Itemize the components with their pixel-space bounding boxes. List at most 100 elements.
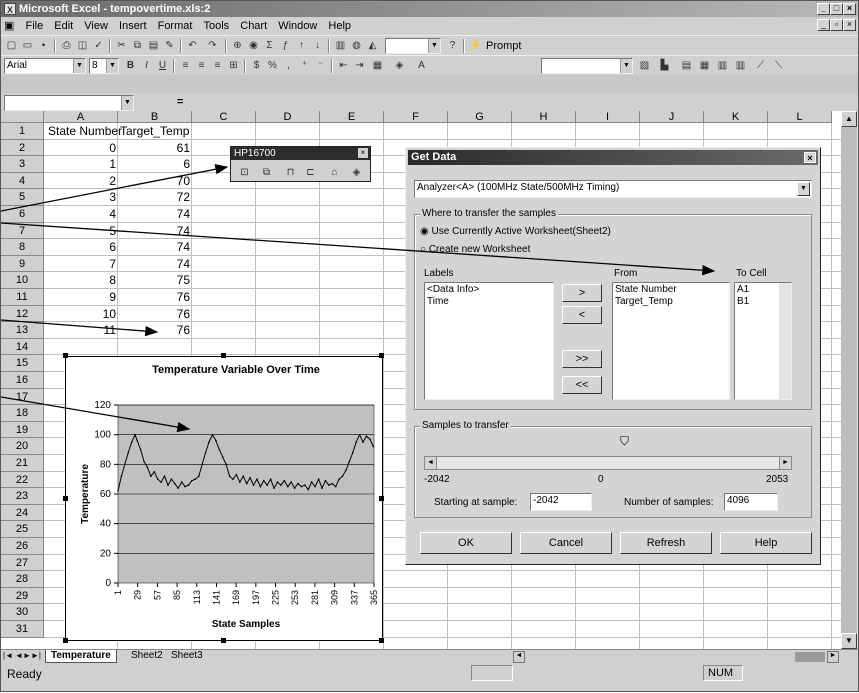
add-all-button[interactable]: >> (562, 350, 602, 368)
cell-a[interactable]: 9 (44, 289, 116, 305)
row-header[interactable]: 19 (1, 421, 44, 439)
by-column-icon[interactable]: ▥ (733, 58, 748, 73)
scroll-up-arrow[interactable]: ▲ (841, 111, 857, 127)
font-color-icon[interactable]: A (414, 58, 429, 73)
new-icon[interactable]: ▢ (4, 38, 19, 53)
cell-a[interactable]: 5 (44, 223, 116, 239)
close-icon[interactable]: × (358, 148, 368, 158)
row-header[interactable]: 29 (1, 587, 44, 605)
align-center-icon[interactable]: ≡ (194, 58, 209, 73)
doc-minimize-button[interactable]: _ (817, 19, 830, 31)
cell-b[interactable]: 76 (118, 322, 190, 338)
tab-sheet2[interactable]: Sheet2 (127, 650, 167, 663)
row-header[interactable]: 11 (1, 289, 44, 306)
list-item[interactable]: Target_Temp (615, 296, 727, 308)
chevron-down-icon[interactable]: ▼ (797, 182, 810, 196)
cell-b[interactable]: 72 (118, 189, 190, 205)
decrease-indent-icon[interactable]: ⇤ (336, 58, 351, 73)
row-header[interactable]: 5 (1, 189, 44, 206)
row-header[interactable]: 26 (1, 538, 44, 555)
row-header[interactable]: 8 (1, 239, 44, 256)
refresh-button[interactable]: Refresh (620, 532, 712, 554)
cell-a[interactable]: 8 (44, 272, 116, 288)
column-header-i[interactable]: I (576, 111, 640, 123)
cell-a[interactable]: 10 (44, 306, 116, 322)
column-header-k[interactable]: K (704, 111, 768, 123)
menu-tools[interactable]: Tools (200, 17, 234, 35)
scroll-left-arrow[interactable]: ◄ (425, 457, 437, 469)
num-samples-input[interactable]: 4096 (724, 493, 778, 511)
cell-b[interactable]: 76 (118, 289, 190, 305)
sort-ascending-icon[interactable]: ↑ (294, 38, 309, 53)
row-header[interactable]: 13 (1, 322, 44, 339)
equals-button[interactable]: = (177, 95, 183, 109)
cell-b[interactable]: 76 (118, 306, 190, 322)
column-header-d[interactable]: D (256, 111, 320, 123)
data-table-icon[interactable]: ▦ (697, 58, 712, 73)
tocell-list[interactable]: A1 B1 (734, 282, 792, 400)
align-right-icon[interactable]: ≡ (210, 58, 225, 73)
help-button[interactable]: Help (720, 532, 812, 554)
resize-handle[interactable] (63, 638, 68, 643)
borders-icon[interactable]: ▦ (370, 58, 385, 73)
spelling-icon[interactable]: ✓ (91, 38, 106, 53)
cell-b[interactable]: 74 (118, 223, 190, 239)
column-header-a[interactable]: A (44, 111, 118, 123)
column-header-b[interactable]: B (118, 111, 192, 123)
radio-new-sheet[interactable]: ○ Create new Worksheet (420, 244, 530, 255)
hscroll-thumb[interactable] (795, 652, 825, 662)
row-header[interactable]: 17 (1, 388, 44, 406)
close-button[interactable]: × (843, 3, 856, 15)
merge-center-icon[interactable]: ⊞ (226, 58, 241, 73)
cell-a[interactable]: 4 (44, 206, 116, 222)
tab-temperature[interactable]: Temperature (45, 650, 117, 663)
align-left-icon[interactable]: ≡ (178, 58, 193, 73)
currency-icon[interactable]: $ (249, 58, 264, 73)
hscroll-right-arrow[interactable]: ► (827, 651, 839, 663)
scroll-right-arrow[interactable]: ► (779, 457, 791, 469)
prompt-icon[interactable]: ⚡ (468, 38, 483, 53)
row-header[interactable]: 28 (1, 571, 44, 588)
menu-insert[interactable]: Insert (115, 17, 151, 35)
chart-wizard-icon[interactable]: ▥ (333, 38, 348, 53)
maximize-button[interactable]: □ (830, 3, 843, 15)
column-header-j[interactable]: J (640, 111, 704, 123)
cell-a[interactable]: 2 (44, 173, 116, 189)
cell-b[interactable]: 6 (118, 156, 190, 172)
sort-descending-icon[interactable]: ↓ (310, 38, 325, 53)
map-icon[interactable]: ◍ (349, 38, 364, 53)
cell-b[interactable]: 75 (118, 272, 190, 288)
remove-button[interactable]: < (562, 306, 602, 324)
cell-b[interactable]: 70 (118, 173, 190, 189)
cell-b[interactable]: 74 (118, 256, 190, 272)
tab-last-arrow[interactable]: ►| (31, 651, 41, 660)
resize-handle[interactable] (379, 496, 384, 501)
doc-close-button[interactable]: × (843, 19, 856, 31)
doc-restore-button[interactable]: ▫ (830, 19, 843, 31)
radio-active-sheet[interactable]: ◉ Use Currently Active Worksheet(Sheet2) (420, 226, 611, 237)
dialog-title-bar[interactable]: Get Data × (408, 150, 818, 165)
row-header[interactable]: 15 (1, 355, 44, 372)
menu-edit[interactable]: Edit (50, 17, 77, 35)
row-header[interactable]: 21 (1, 455, 44, 472)
percent-icon[interactable]: % (265, 58, 280, 73)
connect-icon[interactable]: ⧉ (259, 165, 274, 180)
tab-prev-arrow[interactable]: ◄ (15, 651, 23, 660)
vertical-scrollbar[interactable]: ▲ ▼ (841, 111, 858, 649)
open-icon[interactable]: ▭ (20, 38, 35, 53)
column-header-e[interactable]: E (320, 111, 384, 123)
toolbar-icon[interactable]: ▧ (637, 58, 652, 73)
paste-icon[interactable]: ▤ (146, 38, 161, 53)
autosum-icon[interactable]: Σ (262, 38, 277, 53)
row-header[interactable]: 23 (1, 488, 44, 505)
menu-chart[interactable]: Chart (236, 17, 271, 35)
hyperlink-icon[interactable]: ⊕ (230, 38, 245, 53)
slider-marker-icon[interactable]: ⛉ (620, 434, 629, 449)
doc-icon[interactable]: ▣ (1, 17, 18, 35)
tab-first-arrow[interactable]: |◄ (3, 651, 13, 660)
run-icon[interactable]: ⊓ (283, 165, 298, 180)
resize-handle[interactable] (379, 638, 384, 643)
scroll-down-arrow[interactable]: ▼ (841, 633, 857, 649)
ok-button[interactable]: OK (420, 532, 512, 554)
name-box[interactable]: ▼ (4, 95, 134, 111)
